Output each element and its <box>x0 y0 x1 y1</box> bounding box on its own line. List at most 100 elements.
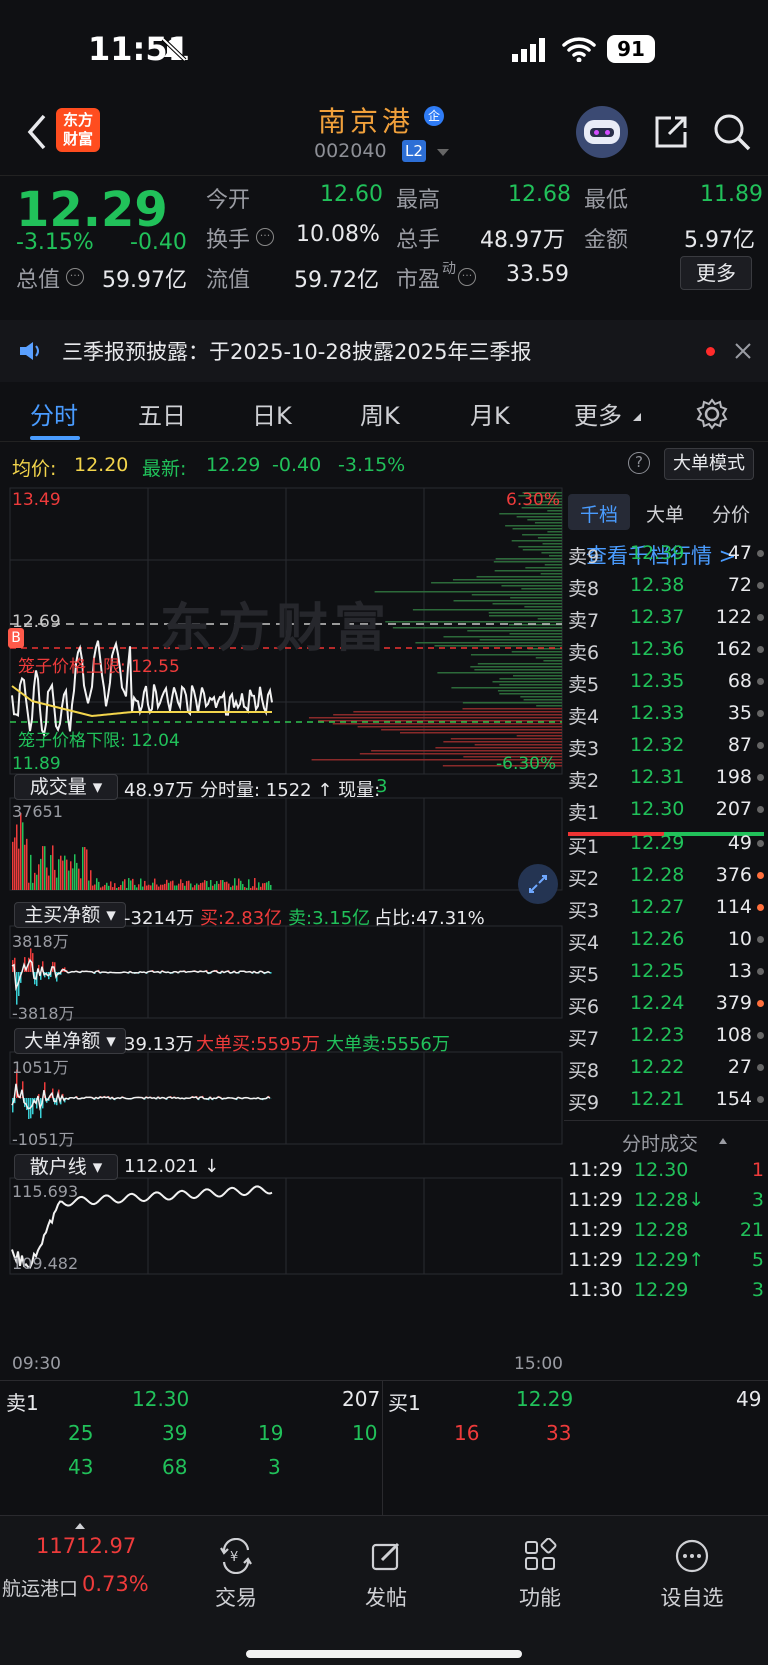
close-icon[interactable] <box>734 342 752 360</box>
bid-level: 买9 <box>568 1092 600 1114</box>
big-order-mode-button[interactable]: 大单模式 <box>664 448 754 480</box>
volume-bar <box>162 884 164 890</box>
netbuy-indicator-select[interactable]: 主买净额 ▾ <box>14 902 126 928</box>
tab-big-order[interactable]: 大单 <box>646 500 684 527</box>
retail-label: 散户线 <box>29 1156 87 1178</box>
depth-bar <box>525 567 562 569</box>
ask-row[interactable]: 卖1 12.30 207 <box>564 794 768 826</box>
stock-name[interactable]: 南京港 <box>318 100 414 140</box>
buy-marker[interactable]: B <box>8 628 24 648</box>
bid-row[interactable]: 买4 12.26 10 <box>564 924 768 956</box>
volume-bar <box>24 844 26 890</box>
pe-label: 市盈 <box>396 268 441 293</box>
depth-bar <box>520 696 562 698</box>
index-name[interactable]: 航运港口 <box>2 1574 78 1601</box>
volume-bar <box>242 884 244 890</box>
volume-label: 总手 <box>396 228 441 253</box>
depth-bar <box>492 681 562 683</box>
search-icon[interactable] <box>712 112 752 152</box>
open-label: 今开 <box>206 188 251 213</box>
volume-bar <box>196 883 198 890</box>
notice-bar[interactable]: 三季报预披露：于2025-10-28披露2025年三季报 <box>0 320 768 382</box>
edit-icon <box>371 1542 400 1571</box>
exchange-icon: ¥ <box>220 1538 252 1574</box>
bignet-indicator-select[interactable]: 大单净额 ▾ <box>14 1028 126 1054</box>
queue-item: 68 <box>162 1455 188 1479</box>
settings-gear-icon[interactable] <box>696 398 728 430</box>
ask-row[interactable]: 卖3 12.32 87 <box>564 730 768 762</box>
status-dot <box>757 678 764 685</box>
nav-post[interactable]: 发帖 <box>326 1520 446 1620</box>
tab-thousand-levels[interactable]: 千档 <box>580 500 618 527</box>
info-icon[interactable]: ··· <box>256 228 274 246</box>
nav-add-watchlist[interactable]: 设自选 <box>632 1520 752 1620</box>
tab-more[interactable]: 更多 <box>574 396 622 431</box>
caret-icon <box>633 413 641 421</box>
depth-bar <box>462 702 562 704</box>
robot-avatar[interactable] <box>576 106 628 158</box>
volume-bar <box>252 886 254 890</box>
nav-function[interactable]: 功能 <box>480 1520 600 1620</box>
volume-bar <box>26 838 28 890</box>
pct-axis-bottom: -6.30% <box>496 754 557 774</box>
chart-area[interactable]: 东方财富 13.49 6.30% 12.69 B 笼子价格上限: 12.55 笼… <box>0 486 564 1380</box>
retail-indicator-select[interactable]: 散户线 ▾ <box>14 1154 118 1180</box>
back-button[interactable] <box>22 112 52 152</box>
bid-row[interactable]: 买2 12.28 376 <box>564 860 768 892</box>
ask-row[interactable]: 卖4 12.33 35 <box>564 698 768 730</box>
bid-row[interactable]: 买8 12.22 27 <box>564 1052 768 1084</box>
l2-badge[interactable]: L2 <box>402 140 426 162</box>
grid-icon <box>525 1538 557 1570</box>
volume-bar <box>154 878 156 890</box>
tab-monthly-k[interactable]: 月K <box>470 396 510 431</box>
caret-up-icon[interactable] <box>74 1522 86 1530</box>
expand-button[interactable] <box>518 864 558 904</box>
caret-down-icon[interactable] <box>436 148 450 158</box>
volume-bar <box>42 846 44 890</box>
bid-row[interactable]: 买6 12.24 379 <box>564 988 768 1020</box>
bid-row[interactable]: 买3 12.27 114 <box>564 892 768 924</box>
pct-axis-top: 6.30% <box>506 490 561 510</box>
trade-time: 11:29 <box>568 1219 623 1241</box>
bid-row[interactable]: 买5 12.25 13 <box>564 956 768 988</box>
ask-level: 卖4 <box>568 706 600 728</box>
ask-row[interactable]: 卖5 12.35 68 <box>564 666 768 698</box>
ask-row[interactable]: 卖2 12.31 198 <box>564 762 768 794</box>
info-icon[interactable]: ··· <box>66 268 84 286</box>
tab-price-split[interactable]: 分价 <box>712 500 750 527</box>
volume-bar <box>104 884 106 890</box>
ask-row[interactable]: 卖7 12.37 122 <box>564 602 768 634</box>
info-icon[interactable]: ··· <box>458 268 476 286</box>
ask-row[interactable]: 卖8 12.38 72 <box>564 570 768 602</box>
depth-bar <box>452 579 562 581</box>
nav-trade[interactable]: ¥ 交易 <box>176 1520 296 1620</box>
bid-row[interactable]: 买9 12.21 154 <box>564 1084 768 1116</box>
float-label: 流值 <box>206 268 251 293</box>
volume-bar <box>52 845 54 890</box>
tab-intraday[interactable]: 分时 <box>30 396 78 431</box>
tab-weekly-k[interactable]: 周K <box>360 396 400 431</box>
share-icon[interactable] <box>651 112 691 152</box>
ask-row[interactable]: 卖9 12.39 47 <box>564 538 768 570</box>
trade-volume: 5 <box>751 1249 764 1271</box>
volume-bars <box>12 812 272 890</box>
tab-indicator <box>30 436 80 440</box>
ask-row[interactable]: 卖6 12.36 162 <box>564 634 768 666</box>
more-button[interactable]: 更多 <box>680 256 752 290</box>
bid-row[interactable]: 买7 12.23 108 <box>564 1020 768 1052</box>
depth-bar <box>437 672 562 674</box>
queue-item: 43 <box>68 1455 94 1479</box>
ask-price: 12.32 <box>630 734 685 756</box>
trades-title[interactable]: 分时成交 <box>622 1129 698 1156</box>
volume-bar <box>48 875 50 890</box>
status-dot <box>757 840 764 847</box>
tab-5day[interactable]: 五日 <box>138 396 186 431</box>
index-value[interactable]: 11712.97 <box>36 1534 136 1558</box>
ask-volume: 198 <box>715 766 752 788</box>
bid-row[interactable]: 买1 12.29 49 <box>564 828 768 860</box>
tab-daily-k[interactable]: 日K <box>252 396 292 431</box>
volume-bar <box>190 883 192 890</box>
help-icon[interactable]: ? <box>628 452 650 474</box>
caret-up-icon[interactable] <box>718 1137 728 1145</box>
volume-indicator-select[interactable]: 成交量 ▾ <box>14 774 118 800</box>
